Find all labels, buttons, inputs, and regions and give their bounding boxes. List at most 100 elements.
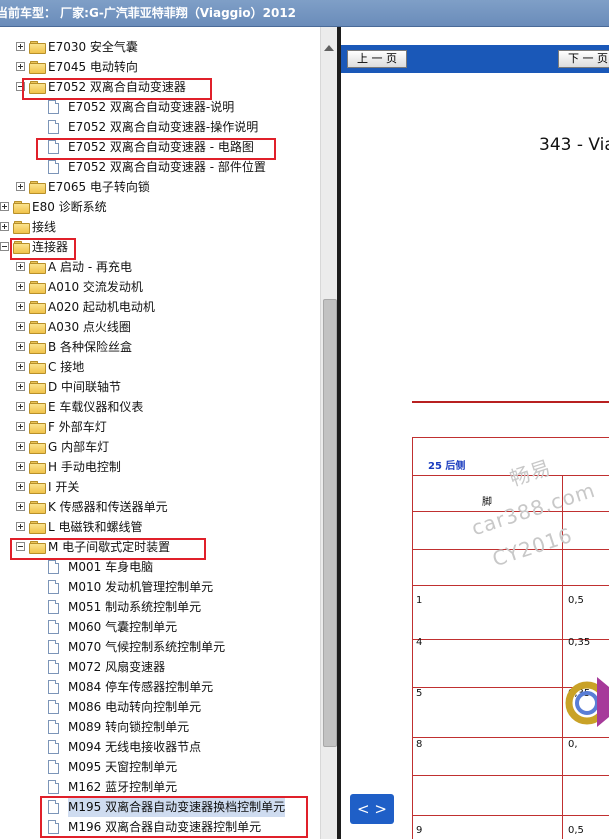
tree-folder-row[interactable]: C 接地 xyxy=(0,357,318,377)
tree-item-label: M051 制动系统控制单元 xyxy=(68,600,202,614)
tree-document-row[interactable]: M070 气候控制系统控制单元 xyxy=(0,637,318,657)
tree-folder-row[interactable]: D 中间联轴节 xyxy=(0,377,318,397)
expand-plus-icon[interactable] xyxy=(0,202,9,211)
tree-folder-row[interactable]: 接线 xyxy=(0,217,318,237)
expand-plus-icon[interactable] xyxy=(16,482,25,491)
tree-document-row[interactable]: E7052 双离合自动变速器-说明 xyxy=(0,97,318,117)
highlight-e7052-circuit-doc xyxy=(36,138,276,160)
tree-folder-row[interactable]: A020 起动机电动机 xyxy=(0,297,318,317)
tree-folder-row[interactable]: F 外部车灯 xyxy=(0,417,318,437)
expand-plus-icon[interactable] xyxy=(0,222,9,231)
tree-folder-row[interactable]: E80 诊断系统 xyxy=(0,197,318,217)
scrollbar-thumb[interactable] xyxy=(323,299,337,747)
tree-item-label: E80 诊断系统 xyxy=(32,200,107,214)
highlight-connector-folder xyxy=(10,238,76,260)
wire-section-value: 0, xyxy=(568,739,578,750)
tree-item-label: M089 转向锁控制单元 xyxy=(68,720,190,734)
next-page-button[interactable]: 下 一 页 xyxy=(558,50,609,68)
expand-plus-icon[interactable] xyxy=(16,422,25,431)
document-icon xyxy=(48,100,59,114)
expand-plus-icon[interactable] xyxy=(16,302,25,311)
collapse-minus-icon[interactable] xyxy=(0,242,9,251)
window-title: 当前车型： 厂家:G-广汽菲亚特菲翔（Viaggio）2012 xyxy=(0,6,297,20)
pin-column-header: 脚 xyxy=(482,497,492,508)
tree-document-row[interactable]: M162 蓝牙控制单元 xyxy=(0,777,318,797)
document-icon xyxy=(48,780,59,794)
tree-document-row[interactable]: M060 气囊控制单元 xyxy=(0,617,318,637)
tree-document-row[interactable]: M072 风扇变速器 xyxy=(0,657,318,677)
folder-icon xyxy=(29,521,46,534)
tree-folder-row[interactable]: A030 点火线圈 xyxy=(0,317,318,337)
tree-folder-row[interactable]: E 车载仪器和仪表 xyxy=(0,397,318,417)
document-icon xyxy=(48,720,59,734)
expand-plus-icon[interactable] xyxy=(16,522,25,531)
document-icon xyxy=(48,580,59,594)
tree-scrollbar[interactable] xyxy=(320,27,338,839)
page-nav-button[interactable]: < > xyxy=(350,794,394,824)
tree-document-row[interactable]: M089 转向锁控制单元 xyxy=(0,717,318,737)
tree-document-row[interactable]: M010 发动机管理控制单元 xyxy=(0,577,318,597)
tree-document-row[interactable]: E7052 双离合自动变速器-操作说明 xyxy=(0,117,318,137)
prev-page-button[interactable]: 上 一 页 xyxy=(347,50,407,68)
expand-plus-icon[interactable] xyxy=(16,442,25,451)
tree-folder-row[interactable]: E7030 安全气囊 xyxy=(0,37,318,57)
expand-plus-icon[interactable] xyxy=(16,262,25,271)
highlight-m195-doc xyxy=(40,796,308,838)
expand-plus-icon[interactable] xyxy=(16,282,25,291)
tree-folder-row[interactable]: A 启动 - 再充电 xyxy=(0,257,318,277)
folder-icon xyxy=(29,41,46,54)
tree-folder-row[interactable]: H 手动电控制 xyxy=(0,457,318,477)
tree-folder-row[interactable]: L 电磁铁和螺线管 xyxy=(0,517,318,537)
tree-document-row[interactable]: M001 车身电脑 xyxy=(0,557,318,577)
folder-icon xyxy=(13,221,30,234)
expand-plus-icon[interactable] xyxy=(16,342,25,351)
tree-document-row[interactable]: M094 无线电接收器节点 xyxy=(0,737,318,757)
tree-folder-row[interactable]: A010 交流发动机 xyxy=(0,277,318,297)
expand-plus-icon[interactable] xyxy=(16,182,25,191)
tree-folder-row[interactable]: B 各种保险丝盒 xyxy=(0,337,318,357)
tree-item-label: A010 交流发动机 xyxy=(48,280,143,294)
expand-plus-icon[interactable] xyxy=(16,382,25,391)
folder-icon xyxy=(29,381,46,394)
expand-plus-icon[interactable] xyxy=(16,62,25,71)
tree-document-row[interactable]: M095 天窗控制单元 xyxy=(0,757,318,777)
tree-document-row[interactable]: M086 电动转向控制单元 xyxy=(0,697,318,717)
tree-document-row[interactable]: E7052 双离合自动变速器 - 部件位置 xyxy=(0,157,318,177)
expand-plus-icon[interactable] xyxy=(16,402,25,411)
highlight-m-folder xyxy=(10,538,206,560)
tree-folder-row[interactable]: G 内部车灯 xyxy=(0,437,318,457)
tree-document-row[interactable]: M084 停车传感器控制单元 xyxy=(0,677,318,697)
expand-plus-icon[interactable] xyxy=(16,322,25,331)
window-title-bar: 当前车型： 厂家:G-广汽菲亚特菲翔（Viaggio）2012 xyxy=(0,0,609,27)
wire-section-value: 0,5 xyxy=(568,825,584,836)
tree-item-label: E7030 安全气囊 xyxy=(48,40,138,54)
folder-icon xyxy=(29,321,46,334)
tree-folder-row[interactable]: E7045 电动转向 xyxy=(0,57,318,77)
tree-item-label: M072 风扇变速器 xyxy=(68,660,166,674)
expand-plus-icon[interactable] xyxy=(16,42,25,51)
tree-item-label: M084 停车传感器控制单元 xyxy=(68,680,214,694)
folder-icon xyxy=(13,201,30,214)
tree-item-label: E7052 双离合自动变速器-说明 xyxy=(68,100,235,114)
document-icon xyxy=(48,160,59,174)
expand-plus-icon[interactable] xyxy=(16,362,25,371)
expand-plus-icon[interactable] xyxy=(16,502,25,511)
tree-item-label: E7045 电动转向 xyxy=(48,60,138,74)
wire-section-value: 0,35 xyxy=(568,637,591,648)
folder-icon xyxy=(29,261,46,274)
tree-item-label: M070 气候控制系统控制单元 xyxy=(68,640,226,654)
tree-folder-row[interactable]: I 开关 xyxy=(0,477,318,497)
folder-icon xyxy=(29,501,46,514)
tree-item-label: M010 发动机管理控制单元 xyxy=(68,580,214,594)
tree-item-label: M060 气囊控制单元 xyxy=(68,620,178,634)
scroll-up-arrow-icon[interactable] xyxy=(324,45,334,51)
expand-plus-icon[interactable] xyxy=(16,462,25,471)
tree-item-label: K 传感器和传送器单元 xyxy=(48,500,168,514)
tree-item-label: D 中间联轴节 xyxy=(48,380,122,394)
tree-document-row[interactable]: M051 制动系统控制单元 xyxy=(0,597,318,617)
tree-folder-row[interactable]: K 传感器和传送器单元 xyxy=(0,497,318,517)
pin-number: 1 xyxy=(416,595,423,606)
document-icon xyxy=(48,760,59,774)
tree-folder-row[interactable]: E7065 电子转向锁 xyxy=(0,177,318,197)
folder-icon xyxy=(29,361,46,374)
